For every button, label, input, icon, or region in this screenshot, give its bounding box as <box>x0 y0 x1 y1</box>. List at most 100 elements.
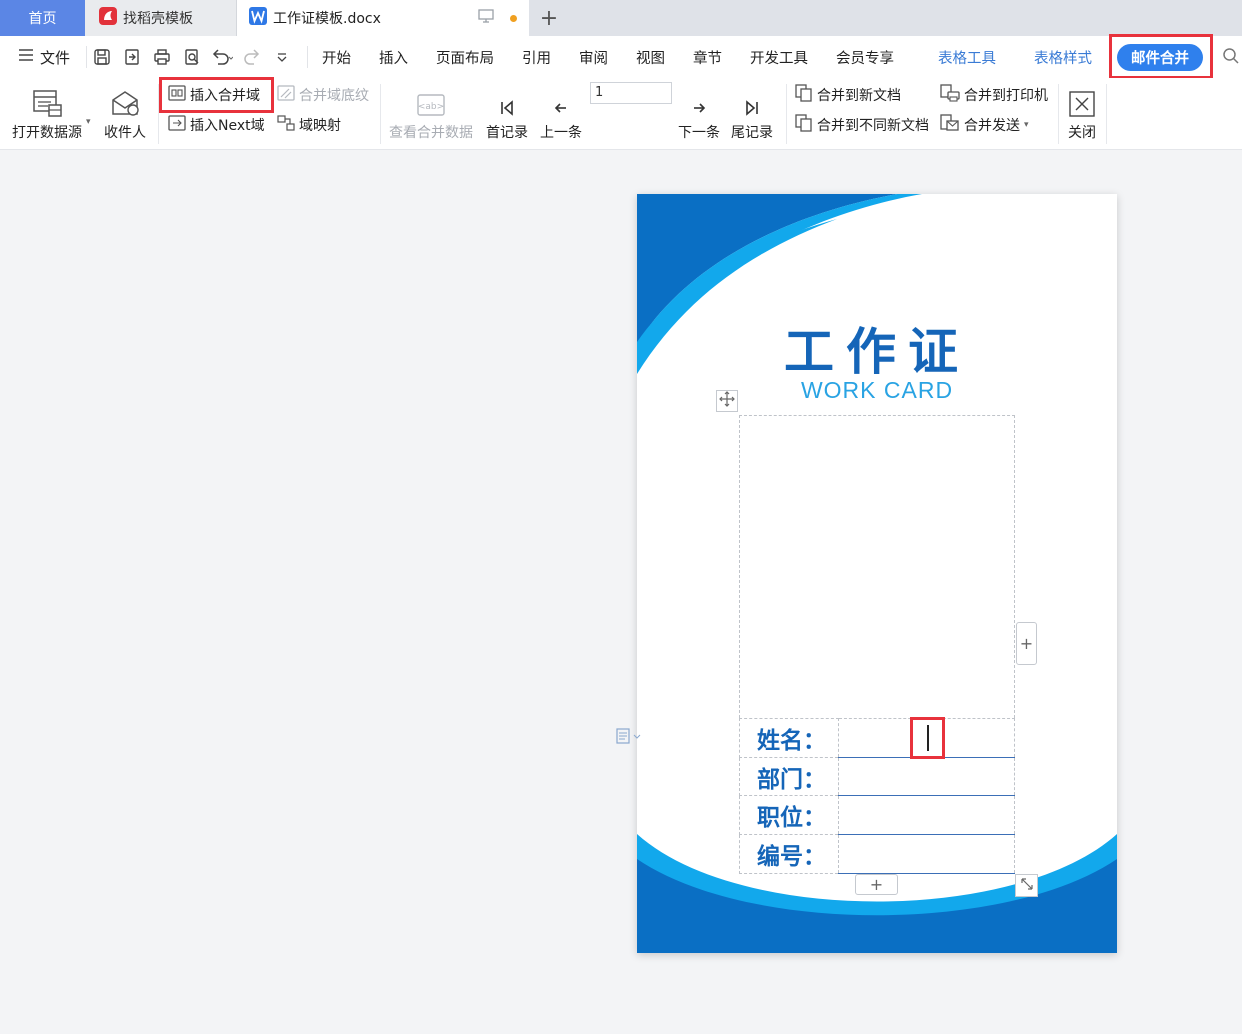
table-row: 部门： <box>739 756 1015 797</box>
merge-to-different-docs-button[interactable]: 合并到不同新文档 <box>795 114 929 136</box>
number-label: 编号： <box>739 834 839 874</box>
database-icon <box>31 80 63 118</box>
merge-to-printer-button[interactable]: 合并到打印机 <box>940 84 1048 106</box>
new-tab-label: + <box>539 5 559 31</box>
menu-item-section[interactable]: 章节 <box>679 47 736 68</box>
tab-document-label: 工作证模板.docx <box>273 11 381 27</box>
svg-text:<ab>: <ab> <box>418 102 444 112</box>
menu-item-member[interactable]: 会员专享 <box>822 47 908 68</box>
close-button[interactable]: 关闭 <box>1068 80 1096 142</box>
file-menu-label: 文件 <box>40 48 71 67</box>
position-label: 职位： <box>739 795 839 836</box>
menu-item-mail-merge[interactable]: 邮件合并 <box>1117 44 1203 71</box>
ribbon-separator <box>1058 84 1059 144</box>
ribbon-separator <box>158 84 159 144</box>
paragraph-layout-icon[interactable] <box>616 728 642 748</box>
name-label: 姓名： <box>739 718 839 758</box>
tab-home[interactable]: 首页 <box>0 0 85 36</box>
next-record-label: 下一条 <box>678 125 720 141</box>
insert-merge-field-label: 插入合并域 <box>190 88 260 104</box>
name-value-cell[interactable] <box>838 718 1015 758</box>
open-data-source-label: 打开数据源 <box>12 125 82 141</box>
table-move-handle[interactable] <box>716 390 738 412</box>
merge-field-shading-button[interactable]: 合并域底纹 <box>277 84 369 106</box>
number-value-cell[interactable] <box>838 834 1015 874</box>
field-mapping-button[interactable]: 域映射 <box>277 114 341 136</box>
insert-next-field-button[interactable]: 插入Next域 <box>168 114 265 136</box>
table-resize-handle[interactable] <box>1015 874 1038 897</box>
resize-icon <box>1020 876 1034 895</box>
info-table: 姓名： 部门： 职位： 编号： <box>739 718 1015 874</box>
recipients-label: 收件人 <box>104 125 146 141</box>
menu-item-table-tools[interactable]: 表格工具 <box>924 47 1010 68</box>
next-record-button[interactable]: 下一条 <box>678 80 720 142</box>
screen-icon[interactable] <box>478 9 494 27</box>
tab-document[interactable]: 工作证模板.docx <box>237 0 529 36</box>
position-value-cell[interactable] <box>838 795 1015 836</box>
print-icon[interactable] <box>151 46 173 68</box>
tab-template-store[interactable]: 找稻壳模板 <box>85 0 237 36</box>
send-doc-icon <box>940 114 960 136</box>
next-field-icon <box>168 115 186 135</box>
record-number-input[interactable]: 1 <box>590 82 672 104</box>
hamburger-icon <box>18 48 34 66</box>
add-column-button[interactable]: + <box>1016 622 1037 665</box>
menu-item-references[interactable]: 引用 <box>508 47 565 68</box>
menu-item-page-layout[interactable]: 页面布局 <box>422 47 508 68</box>
recipients-button[interactable]: 收件人 <box>104 80 146 142</box>
merge-to-new-doc-label: 合并到新文档 <box>817 88 901 104</box>
merge-to-new-doc-button[interactable]: 合并到新文档 <box>795 84 901 106</box>
menu-item-start[interactable]: 开始 <box>308 47 365 68</box>
open-data-source-button[interactable]: 打开数据源 <box>12 80 82 142</box>
last-record-icon <box>743 80 761 118</box>
menu-item-insert[interactable]: 插入 <box>365 47 422 68</box>
customize-toolbar-icon[interactable] <box>271 46 293 68</box>
menu-item-developer[interactable]: 开发工具 <box>736 47 822 68</box>
save-icon[interactable] <box>91 46 113 68</box>
print-preview-icon[interactable] <box>181 46 203 68</box>
last-record-button[interactable]: 尾记录 <box>731 80 773 142</box>
new-document-icon <box>795 84 813 106</box>
new-tab-button[interactable]: + <box>529 0 569 36</box>
export-pdf-icon[interactable] <box>121 46 143 68</box>
main-menu: 开始 插入 页面布局 引用 审阅 视图 章节 开发工具 会员专享 表格工具 表格… <box>307 46 1106 68</box>
previous-record-button[interactable]: 上一条 <box>540 80 582 142</box>
search-icon[interactable] <box>1222 47 1242 67</box>
department-label: 部门： <box>739 756 839 797</box>
photo-cell[interactable] <box>739 415 1015 718</box>
redo-icon[interactable] <box>241 46 263 68</box>
file-menu[interactable]: 文件 <box>0 47 86 68</box>
unsaved-dot-icon <box>510 14 517 22</box>
insert-next-field-label: 插入Next域 <box>190 118 265 134</box>
documents-icon <box>795 114 813 136</box>
menu-item-review[interactable]: 审阅 <box>565 47 622 68</box>
first-record-button[interactable]: 首记录 <box>486 80 528 142</box>
dropdown-arrow-icon: ▾ <box>86 117 91 127</box>
department-value-cell[interactable] <box>838 756 1015 797</box>
view-merged-data-button[interactable]: <ab> 查看合并数据 <box>389 80 473 142</box>
ribbon-separator <box>380 84 381 144</box>
merge-to-printer-label: 合并到打印机 <box>964 88 1048 104</box>
menu-row: 文件 开始 插入 页面布局 引用 审阅 视图 章节 开发工具 会员专享 表格工具… <box>0 36 1242 78</box>
merge-send-button[interactable]: 合并发送 ▾ <box>940 114 1029 136</box>
plus-icon: + <box>1019 634 1034 653</box>
merge-field-shading-label: 合并域底纹 <box>299 88 369 104</box>
tab-template-store-label: 找稻壳模板 <box>123 11 193 27</box>
menu-item-view[interactable]: 视图 <box>622 47 679 68</box>
table-row: 编号： <box>739 834 1015 874</box>
insert-merge-field-button[interactable]: 插入合并域 <box>168 84 260 106</box>
card-subtitle: WORK CARD <box>800 377 954 403</box>
mail-icon <box>109 80 141 118</box>
menu-item-table-style[interactable]: 表格样式 <box>1020 47 1106 68</box>
shading-icon <box>277 85 295 105</box>
field-mapping-icon <box>277 115 295 135</box>
add-row-button[interactable]: + <box>855 874 898 895</box>
undo-icon[interactable] <box>211 46 233 68</box>
close-icon <box>1068 80 1096 118</box>
close-label: 关闭 <box>1068 125 1096 141</box>
printer-doc-icon <box>940 84 960 106</box>
tab-bar: 首页 找稻壳模板 工作证模板.docx + <box>0 0 1242 36</box>
field-mapping-label: 域映射 <box>299 118 341 134</box>
merge-send-label: 合并发送 <box>964 118 1020 134</box>
tab-home-label: 首页 <box>28 11 57 27</box>
